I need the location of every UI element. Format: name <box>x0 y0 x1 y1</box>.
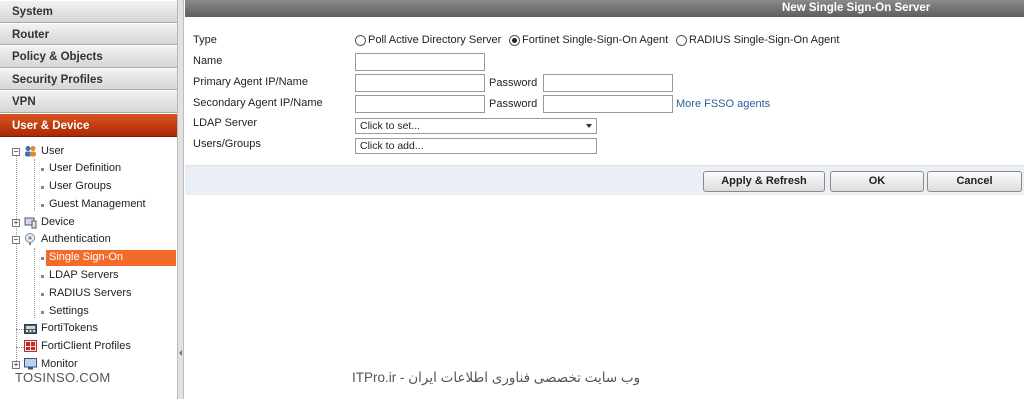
nav-tree: − User User Definition User Groups Guest… <box>0 137 177 374</box>
authentication-icon <box>24 233 37 246</box>
name-label: Name <box>193 55 223 67</box>
nav-section-user-device[interactable]: User & Device <box>0 112 177 137</box>
token-icon <box>24 323 37 335</box>
tree-item-user[interactable]: − User <box>0 143 177 161</box>
user-group-icon <box>24 145 37 157</box>
tree-item-device[interactable]: + Device <box>0 214 177 232</box>
bullet-icon <box>41 275 44 279</box>
radio-radius-sso[interactable] <box>676 35 687 46</box>
watermark-right: ITPro.ir - وب سایت تخصصی فناوری اطلاعات … <box>352 370 641 385</box>
bullet-icon <box>41 186 44 190</box>
apply-refresh-button[interactable]: Apply & Refresh <box>703 171 825 192</box>
secondary-agent-input[interactable] <box>355 95 485 113</box>
bullet-icon <box>41 203 44 207</box>
tree-item-settings[interactable]: Settings <box>0 303 177 321</box>
collapse-toggle[interactable]: − <box>12 147 20 156</box>
primary-password-input[interactable] <box>543 74 673 92</box>
secondary-password-input[interactable] <box>543 95 673 113</box>
sidebar-nav: System Router Policy & Objects Security … <box>0 0 178 399</box>
tree-item-guest-management[interactable]: Guest Management <box>0 196 177 214</box>
bullet-icon <box>41 292 44 296</box>
tree-connector <box>16 329 24 331</box>
name-input[interactable] <box>355 53 485 71</box>
secondary-agent-label: Secondary Agent IP/Name <box>193 97 323 109</box>
bullet-icon <box>41 310 44 314</box>
tree-item-ldap-servers[interactable]: LDAP Servers <box>0 267 177 285</box>
users-groups-field[interactable]: Click to add... <box>355 138 597 154</box>
sso-form: Type Poll Active Directory Server Fortin… <box>185 17 1024 165</box>
device-icon <box>24 217 37 229</box>
dialog-title: New Single Sign-On Server <box>185 0 1024 17</box>
nav-section-system[interactable]: System <box>0 0 177 23</box>
nav-section-vpn[interactable]: VPN <box>0 90 177 113</box>
tree-item-authentication[interactable]: − Authentication <box>0 231 177 249</box>
tree-item-fortitokens[interactable]: FortiTokens <box>0 320 177 338</box>
radio-fsso-agent-label[interactable]: Fortinet Single-Sign-On Agent <box>522 34 668 46</box>
more-fsso-agents-link[interactable]: More FSSO agents <box>676 98 770 110</box>
dialog-footer: Apply & Refresh OK Cancel <box>185 165 1024 195</box>
secondary-password-label: Password <box>489 98 538 110</box>
ldap-server-label: LDAP Server <box>193 117 257 129</box>
tree-item-user-groups[interactable]: User Groups <box>0 178 177 196</box>
tree-item-forticlient-profiles[interactable]: FortiClient Profiles <box>0 338 177 356</box>
collapse-toggle[interactable]: − <box>12 236 20 245</box>
radio-poll-ad[interactable] <box>355 35 366 46</box>
nav-section-security-profiles[interactable]: Security Profiles <box>0 67 177 90</box>
ldap-server-value: Click to set... <box>360 120 421 132</box>
collapse-arrow-icon[interactable] <box>179 350 182 356</box>
users-groups-value: Click to add... <box>360 140 424 152</box>
cancel-button[interactable]: Cancel <box>927 171 1022 192</box>
primary-agent-input[interactable] <box>355 74 485 92</box>
monitor-icon <box>24 358 37 370</box>
users-groups-label: Users/Groups <box>193 138 261 150</box>
nav-section-policy-objects[interactable]: Policy & Objects <box>0 45 177 68</box>
radio-poll-ad-label[interactable]: Poll Active Directory Server <box>368 34 501 46</box>
radio-radius-sso-label[interactable]: RADIUS Single-Sign-On Agent <box>689 34 839 46</box>
type-label: Type <box>193 34 217 46</box>
bullet-icon <box>41 257 44 261</box>
bullet-icon <box>41 168 44 172</box>
nav-section-router[interactable]: Router <box>0 22 177 45</box>
primary-agent-label: Primary Agent IP/Name <box>193 76 308 88</box>
tree-item-radius-servers[interactable]: RADIUS Servers <box>0 285 177 303</box>
ldap-server-select[interactable]: Click to set... <box>355 118 597 134</box>
expand-toggle[interactable]: + <box>12 218 20 227</box>
radio-fsso-agent[interactable] <box>509 35 520 46</box>
chevron-down-icon <box>586 124 592 128</box>
forticlient-icon <box>24 340 37 353</box>
ok-button[interactable]: OK <box>830 171 924 192</box>
watermark-left: TOSINSO.COM <box>15 370 111 385</box>
expand-toggle[interactable]: + <box>12 361 20 370</box>
sidebar-splitter[interactable] <box>178 0 184 399</box>
tree-item-user-definition[interactable]: User Definition <box>0 160 177 178</box>
tree-item-single-sign-on[interactable]: Single Sign-On <box>0 249 177 267</box>
primary-password-label: Password <box>489 77 538 89</box>
tree-connector <box>16 347 24 349</box>
sso-server-dialog: New Single Sign-On Server Type Poll Acti… <box>185 0 1024 399</box>
